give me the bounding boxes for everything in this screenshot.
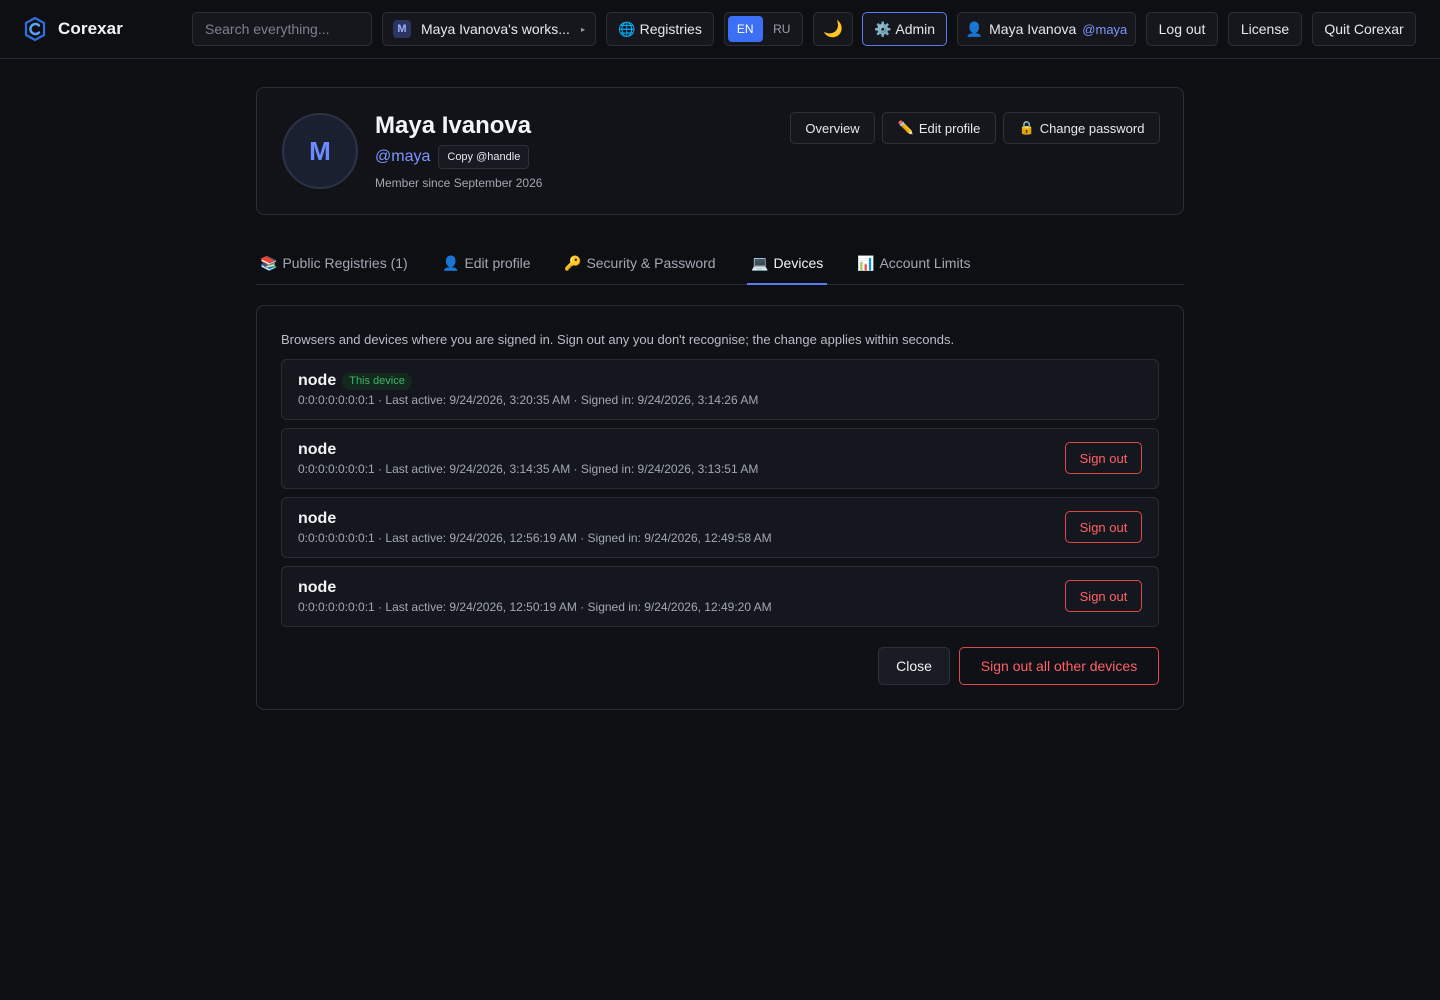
sign-out-all-devices-button[interactable]: Sign out all other devices — [959, 647, 1159, 685]
devices-panel: Browsers and devices where you are signe… — [256, 305, 1184, 710]
registries-label: Registries — [639, 21, 702, 37]
quit-button[interactable]: Quit Corexar — [1312, 12, 1416, 46]
device-name: node — [298, 510, 337, 527]
device-row: node 0:0:0:0:0:0:0:1 · Last active: 9/24… — [281, 497, 1159, 558]
change-password-label: Change password — [1039, 120, 1145, 136]
device-name-row: node — [298, 441, 336, 459]
theme-toggle-button[interactable]: 🌙 — [813, 12, 853, 46]
admin-button[interactable]: ⚙️ Admin — [862, 12, 947, 46]
globe-icon: 🌐 — [618, 20, 636, 37]
device-name: node — [298, 441, 337, 458]
top-bar: Corexar M Maya Ivanova's works... ▸ 🌐 Re… — [0, 0, 1440, 59]
user-icon: 👤 — [442, 254, 460, 271]
device-name-row: node — [298, 579, 336, 597]
admin-label: Admin — [895, 21, 936, 37]
profile-handle-row: @maya Copy @handle — [375, 145, 530, 169]
devices-intro: Browsers and devices where you are signe… — [281, 332, 955, 347]
profile-handle: @maya — [375, 148, 431, 165]
device-name: node — [298, 579, 337, 596]
tab-public-registries[interactable]: 📚 Public Registries (1) — [260, 242, 408, 284]
device-name-row: node — [298, 510, 336, 528]
registries-button[interactable]: 🌐 Registries — [606, 12, 714, 46]
overview-button[interactable]: Overview — [790, 112, 875, 144]
language-switcher: EN RU — [724, 12, 803, 46]
tab-label: Public Registries (1) — [282, 255, 408, 271]
tab-label: Security & Password — [586, 255, 716, 271]
device-row: node 0:0:0:0:0:0:0:1 · Last active: 9/24… — [281, 428, 1159, 489]
close-button[interactable]: Close — [878, 647, 950, 685]
edit-profile-label: Edit profile — [918, 120, 981, 136]
user-icon: 👤 — [965, 20, 984, 37]
tab-account-limits[interactable]: 📊 Account Limits — [857, 242, 970, 284]
member-since: Member since September 2026 — [375, 176, 543, 190]
profile-tabs: 📚 Public Registries (1) 👤 Edit profile 🔑… — [256, 242, 1184, 285]
key-icon: 🔑 — [564, 254, 582, 271]
avatar: M — [282, 113, 358, 189]
logout-button[interactable]: Log out — [1146, 12, 1218, 46]
device-row: node This device 0:0:0:0:0:0:0:1 · Last … — [281, 359, 1159, 420]
user-handle: @maya — [1082, 21, 1128, 37]
device-name-row: node This device — [298, 372, 412, 390]
edit-profile-button[interactable]: ✏️ Edit profile — [882, 112, 996, 144]
workspace-selector[interactable]: M Maya Ivanova's works... ▸ — [382, 12, 596, 46]
this-device-badge: This device — [342, 372, 412, 390]
tab-edit-profile[interactable]: 👤 Edit profile — [442, 242, 531, 284]
workspace-label: Maya Ivanova's works... — [421, 21, 570, 37]
profile-name: Maya Ivanova — [375, 112, 532, 139]
tab-label: Account Limits — [879, 255, 971, 271]
workspace-caret-icon: ▸ — [580, 24, 585, 34]
pencil-icon: ✏️ — [897, 120, 914, 135]
language-option-ru[interactable]: RU — [765, 16, 800, 42]
corexar-logo-icon — [24, 17, 46, 41]
brand[interactable]: Corexar — [24, 16, 123, 42]
tab-devices[interactable]: 💻 Devices — [747, 242, 828, 285]
copy-handle-button[interactable]: Copy @handle — [438, 145, 530, 169]
sign-out-button[interactable]: Sign out — [1065, 511, 1142, 543]
license-button[interactable]: License — [1228, 12, 1302, 46]
books-icon: 📚 — [260, 254, 278, 271]
bar-chart-icon: 📊 — [857, 254, 875, 271]
profile-card: M Maya Ivanova @maya Copy @handle Member… — [256, 87, 1184, 215]
laptop-icon: 💻 — [751, 254, 769, 271]
sign-out-button[interactable]: Sign out — [1065, 442, 1142, 474]
user-menu-button[interactable]: 👤 Maya Ivanova @maya — [957, 12, 1136, 46]
moon-icon: 🌙 — [823, 21, 843, 38]
change-password-button[interactable]: 🔒 Change password — [1003, 112, 1160, 144]
sign-out-button[interactable]: Sign out — [1065, 580, 1142, 612]
search-box[interactable] — [192, 12, 372, 46]
device-name: node — [298, 372, 337, 389]
tab-label: Devices — [773, 255, 824, 271]
device-meta: 0:0:0:0:0:0:0:1 · Last active: 9/24/2026… — [298, 462, 759, 476]
user-name: Maya Ivanova — [989, 21, 1077, 37]
device-meta: 0:0:0:0:0:0:0:1 · Last active: 9/24/2026… — [298, 531, 772, 545]
search-input[interactable] — [205, 21, 359, 37]
tab-security-password[interactable]: 🔑 Security & Password — [564, 242, 716, 284]
gear-icon: ⚙️ — [873, 20, 892, 37]
language-option-en[interactable]: EN — [728, 16, 763, 42]
workspace-badge: M — [393, 20, 411, 38]
device-meta: 0:0:0:0:0:0:0:1 · Last active: 9/24/2026… — [298, 393, 759, 407]
device-row: node 0:0:0:0:0:0:0:1 · Last active: 9/24… — [281, 566, 1159, 627]
device-meta: 0:0:0:0:0:0:0:1 · Last active: 9/24/2026… — [298, 600, 772, 614]
lock-icon: 🔒 — [1018, 120, 1035, 135]
tab-label: Edit profile — [464, 255, 531, 271]
app-name: Corexar — [58, 19, 123, 38]
